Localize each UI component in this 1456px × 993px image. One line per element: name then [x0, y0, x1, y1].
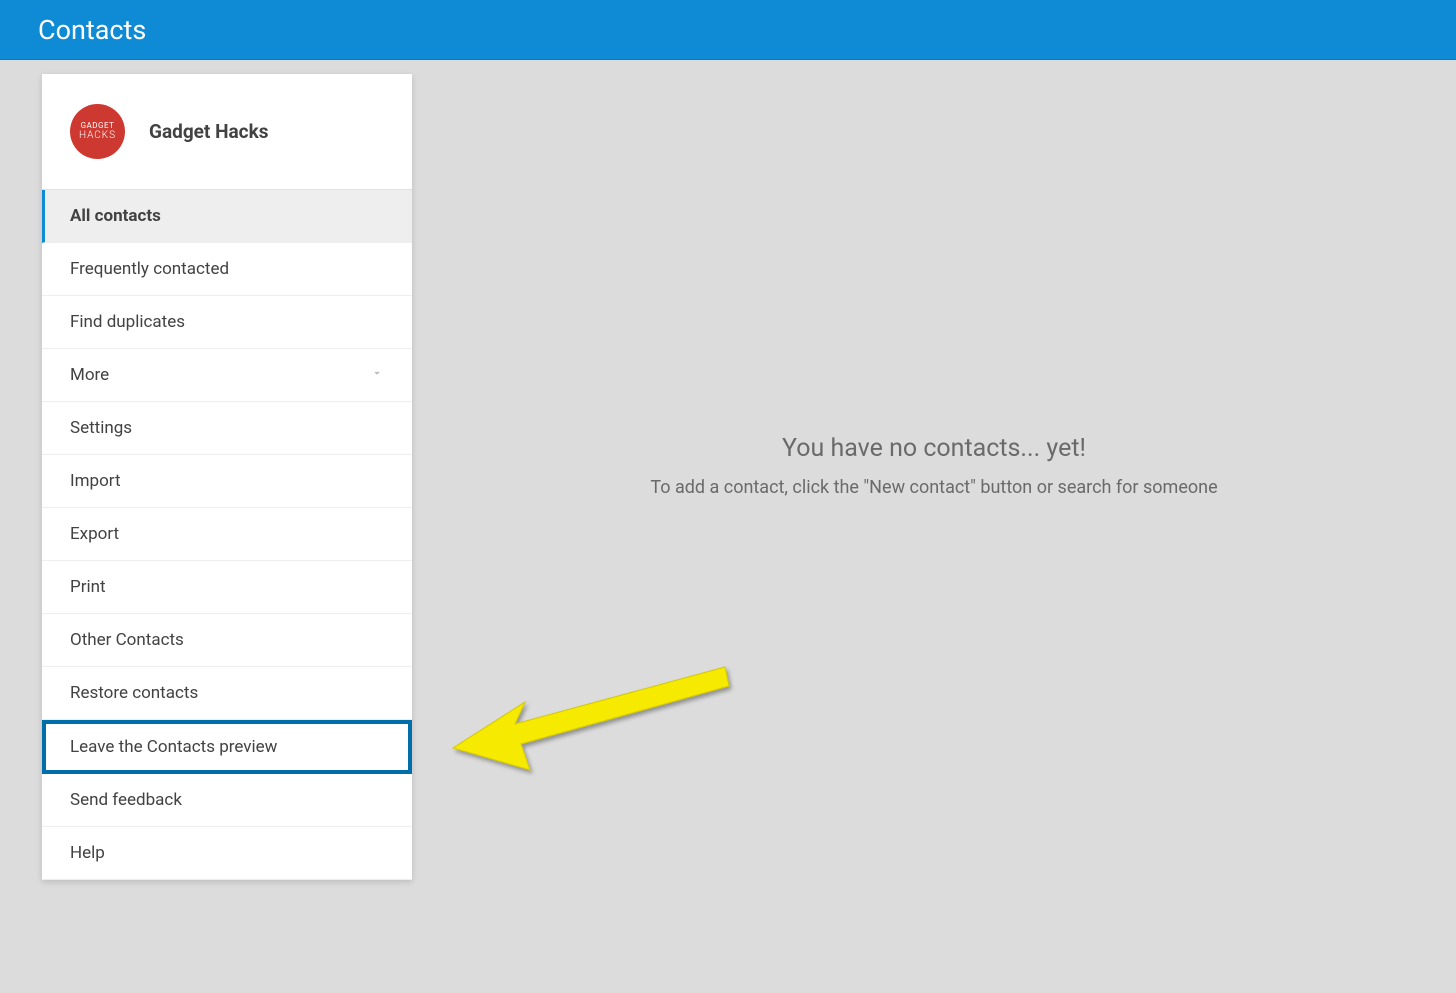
avatar-text-bottom: HACKS	[79, 130, 116, 141]
app-header: Contacts	[0, 0, 1456, 60]
sidebar-item-send-feedback[interactable]: Send feedback	[42, 774, 412, 827]
profile-avatar: GADGET HACKS	[70, 104, 125, 159]
avatar-text-top: GADGET	[81, 122, 115, 131]
sidebar-item-more[interactable]: More	[42, 349, 412, 402]
chevron-down-icon	[370, 366, 384, 384]
sidebar-item-label: Frequently contacted	[70, 259, 229, 279]
main-content: You have no contacts... yet! To add a co…	[412, 74, 1456, 880]
sidebar-item-find-duplicates[interactable]: Find duplicates	[42, 296, 412, 349]
sidebar-item-export[interactable]: Export	[42, 508, 412, 561]
sidebar-item-leave-preview[interactable]: Leave the Contacts preview	[42, 720, 412, 774]
sidebar-item-label: Export	[70, 524, 119, 544]
sidebar-item-restore-contacts[interactable]: Restore contacts	[42, 667, 412, 720]
sidebar-item-label: Print	[70, 577, 106, 597]
sidebar-item-label: Restore contacts	[70, 683, 198, 703]
profile-section[interactable]: GADGET HACKS Gadget Hacks	[42, 74, 412, 190]
empty-state-title: You have no contacts... yet!	[782, 434, 1086, 463]
sidebar-item-label: More	[70, 365, 109, 385]
sidebar-item-label: Leave the Contacts preview	[70, 737, 277, 757]
sidebar-item-help[interactable]: Help	[42, 827, 412, 880]
sidebar-item-label: Send feedback	[70, 790, 182, 810]
sidebar-item-print[interactable]: Print	[42, 561, 412, 614]
sidebar-item-label: Import	[70, 471, 121, 491]
app-title: Contacts	[38, 14, 146, 46]
empty-state-subtitle: To add a contact, click the "New contact…	[650, 477, 1217, 498]
sidebar-item-label: Help	[70, 843, 105, 863]
sidebar-item-other-contacts[interactable]: Other Contacts	[42, 614, 412, 667]
sidebar-item-frequently-contacted[interactable]: Frequently contacted	[42, 243, 412, 296]
sidebar-item-label: Other Contacts	[70, 630, 184, 650]
sidebar-item-settings[interactable]: Settings	[42, 402, 412, 455]
sidebar-item-label: Settings	[70, 418, 132, 438]
sidebar: GADGET HACKS Gadget Hacks All contacts F…	[42, 74, 412, 880]
sidebar-item-all-contacts[interactable]: All contacts	[42, 190, 412, 243]
sidebar-item-label: All contacts	[70, 206, 161, 226]
profile-name: Gadget Hacks	[149, 120, 268, 143]
content-area: GADGET HACKS Gadget Hacks All contacts F…	[0, 60, 1456, 880]
sidebar-item-import[interactable]: Import	[42, 455, 412, 508]
sidebar-item-label: Find duplicates	[70, 312, 185, 332]
